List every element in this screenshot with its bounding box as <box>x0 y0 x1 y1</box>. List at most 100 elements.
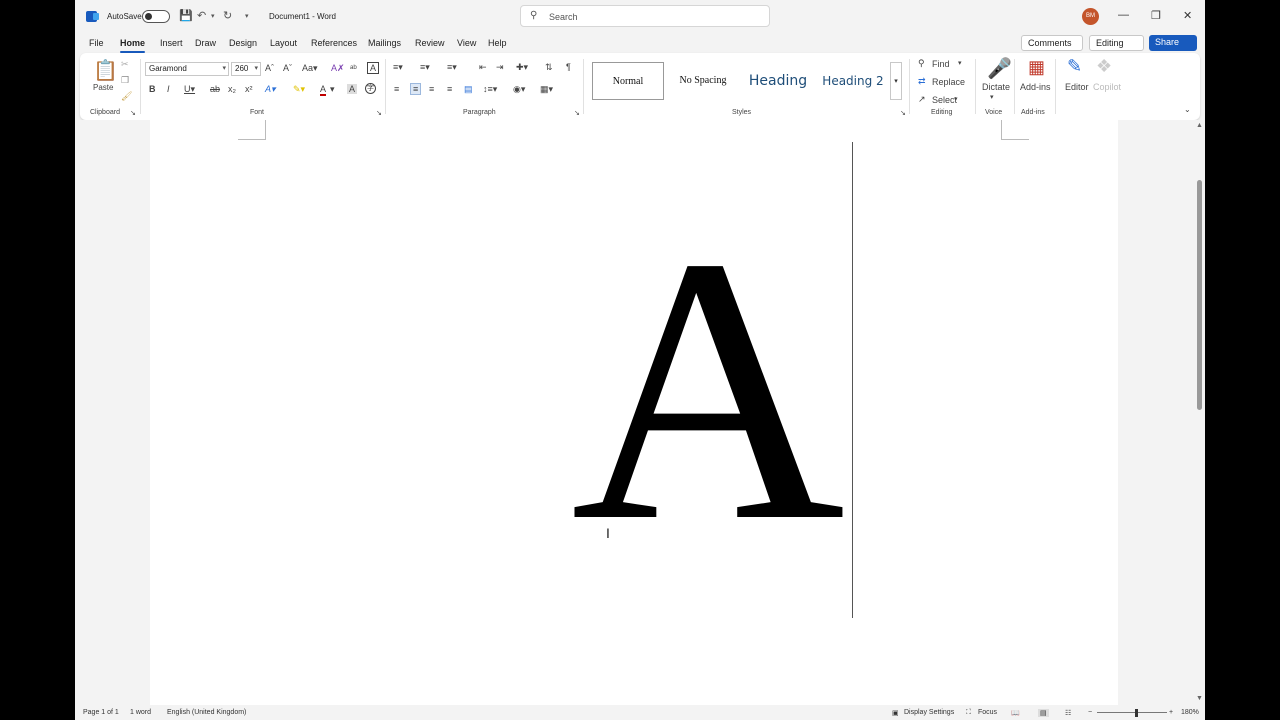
word-count[interactable]: 1 word <box>130 709 151 716</box>
display-settings-button[interactable]: Display Settings <box>904 709 954 716</box>
select-dropdown-icon[interactable]: ▾ <box>954 95 958 103</box>
sort-icon[interactable]: ⇅ <box>545 62 553 73</box>
decrease-indent-icon[interactable]: ⇤ <box>479 62 487 73</box>
copy-icon[interactable]: ❐ <box>121 75 129 86</box>
find-icon[interactable]: ⚲ <box>918 58 925 69</box>
align-center-icon[interactable]: ≡ <box>410 83 422 95</box>
vertical-scrollbar[interactable]: ▲ ▼ <box>1195 120 1205 705</box>
document-page[interactable]: A I <box>150 120 1118 705</box>
text-effects-color-icon[interactable]: A▾ <box>265 84 276 95</box>
addins-button[interactable]: Add-ins <box>1020 82 1051 92</box>
zoom-in-icon[interactable]: + <box>1169 709 1173 716</box>
text-direction-icon[interactable]: ✚▾ <box>516 62 528 73</box>
editing-mode-button[interactable]: Editing <box>1089 35 1144 51</box>
borders-icon[interactable]: ▦▾ <box>540 84 553 95</box>
multilevel-list-icon[interactable]: ≡▾ <box>447 62 457 73</box>
styles-more-icon[interactable]: ▾ <box>890 62 902 100</box>
replace-button[interactable]: Replace <box>932 77 965 87</box>
zoom-slider[interactable] <box>1097 712 1167 713</box>
scroll-thumb[interactable] <box>1197 180 1202 410</box>
save-icon[interactable]: 💾 <box>179 9 193 22</box>
read-mode-icon[interactable]: 📖 <box>1011 709 1020 717</box>
shading-bucket-icon[interactable]: ◉▾ <box>513 84 525 95</box>
web-layout-icon[interactable]: ☷ <box>1065 709 1071 717</box>
tab-design[interactable]: Design <box>229 38 257 48</box>
paste-label[interactable]: Paste <box>93 83 113 92</box>
font-color-dropdown-icon[interactable]: ▾ <box>330 84 335 95</box>
tab-layout[interactable]: Layout <box>270 38 297 48</box>
font-name-field[interactable]: Garamond ▾ <box>145 62 229 76</box>
line-spacing-icon[interactable]: ↕≡▾ <box>483 84 497 95</box>
change-case-icon[interactable]: Aa▾ <box>302 63 318 74</box>
tab-file[interactable]: File <box>89 38 104 48</box>
redo-icon[interactable]: ↻ <box>223 9 232 22</box>
text-effects-icon[interactable]: ᵃᵇ <box>350 63 357 73</box>
dictate-button[interactable]: Dictate <box>982 82 1010 92</box>
tab-mailings[interactable]: Mailings <box>368 38 401 48</box>
collapse-ribbon-icon[interactable]: ⌄ <box>1184 105 1191 114</box>
cut-icon[interactable]: ✂ <box>121 59 129 70</box>
style-no-spacing[interactable]: No Spacing <box>667 62 739 100</box>
increase-indent-icon[interactable]: ⇥ <box>496 62 504 73</box>
bold-icon[interactable]: B <box>149 84 156 94</box>
document-text[interactable]: A <box>558 190 858 590</box>
find-button[interactable]: Find <box>932 59 950 69</box>
format-painter-icon[interactable]: 🖌 <box>121 91 132 102</box>
zoom-level[interactable]: 180% <box>1181 709 1199 716</box>
tab-review[interactable]: Review <box>415 38 445 48</box>
find-dropdown-icon[interactable]: ▾ <box>958 59 962 67</box>
italic-icon[interactable]: I <box>167 84 170 94</box>
highlight-icon[interactable]: ✎▾ <box>293 84 305 95</box>
distributed-icon[interactable]: ▤ <box>464 84 473 95</box>
addins-icon[interactable]: ▦ <box>1028 57 1045 78</box>
font-color-icon[interactable]: A <box>320 84 327 96</box>
tab-insert[interactable]: Insert <box>160 38 183 48</box>
zoom-out-icon[interactable]: − <box>1088 709 1092 716</box>
page-count[interactable]: Page 1 of 1 <box>83 709 119 716</box>
dictate-dropdown-icon[interactable]: ▾ <box>990 93 994 101</box>
focus-button[interactable]: Focus <box>978 709 997 716</box>
undo-icon[interactable]: ↶ <box>197 9 206 22</box>
tab-references[interactable]: References <box>311 38 357 48</box>
microphone-icon[interactable]: 🎤 <box>987 56 1012 81</box>
strikethrough-icon[interactable]: ab <box>210 84 220 94</box>
font-size-field[interactable]: 260 ▾ <box>231 62 261 76</box>
enclose-characters-icon[interactable]: 字 <box>365 83 376 94</box>
show-formatting-marks-icon[interactable]: ¶ <box>566 62 571 72</box>
comments-button[interactable]: Comments <box>1021 35 1083 51</box>
grow-font-icon[interactable]: Aˆ <box>265 63 274 73</box>
scroll-up-icon[interactable]: ▲ <box>1196 122 1203 129</box>
numbering-icon[interactable]: ≡▾ <box>420 62 430 73</box>
style-normal[interactable]: Normal <box>592 62 664 100</box>
focus-icon[interactable]: ⛶ <box>966 709 971 717</box>
superscript-icon[interactable]: x² <box>245 84 253 94</box>
clipboard-launcher-icon[interactable]: ↘ <box>130 109 136 117</box>
share-button[interactable]: Share <box>1149 35 1197 51</box>
print-layout-icon[interactable]: ▤ <box>1038 709 1049 717</box>
tab-home[interactable]: Home <box>120 38 146 53</box>
editor-icon[interactable]: ✎ <box>1067 56 1082 77</box>
close-icon[interactable]: ✕ <box>1183 9 1192 22</box>
autosave-toggle[interactable] <box>142 10 170 23</box>
justify-icon[interactable]: ≡ <box>447 84 452 94</box>
paragraph-launcher-icon[interactable]: ↘ <box>574 109 580 117</box>
paste-icon[interactable]: 📋 <box>93 58 118 83</box>
minimize-icon[interactable]: — <box>1118 9 1129 21</box>
shrink-font-icon[interactable]: Aˇ <box>283 63 292 73</box>
tab-draw[interactable]: Draw <box>195 38 216 48</box>
font-launcher-icon[interactable]: ↘ <box>376 109 382 117</box>
undo-dropdown-icon[interactable]: ▾ <box>211 12 215 20</box>
styles-launcher-icon[interactable]: ↘ <box>900 109 906 117</box>
subscript-icon[interactable]: x₂ <box>228 84 236 94</box>
tab-view[interactable]: View <box>457 38 476 48</box>
display-settings-icon[interactable]: ▣ <box>892 709 899 717</box>
search-box[interactable]: ⚲ Search <box>520 5 770 27</box>
align-right-icon[interactable]: ≡ <box>429 84 434 94</box>
character-border-icon[interactable]: A <box>367 62 380 74</box>
scroll-down-icon[interactable]: ▼ <box>1196 695 1203 702</box>
avatar[interactable]: BM <box>1082 8 1099 25</box>
replace-icon[interactable]: ⇄ <box>918 76 926 87</box>
language[interactable]: English (United Kingdom) <box>167 709 246 716</box>
bullets-icon[interactable]: ≡▾ <box>393 62 403 73</box>
restore-icon[interactable]: ❐ <box>1151 9 1161 22</box>
